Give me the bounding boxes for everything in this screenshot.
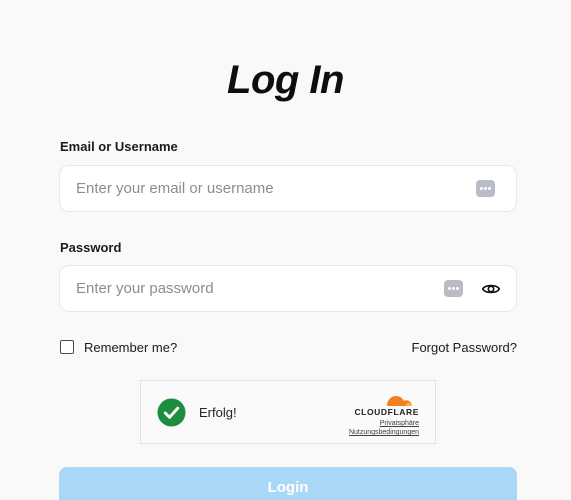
- remember-me-label[interactable]: Remember me?: [84, 340, 177, 355]
- page-title: Log In: [227, 58, 344, 102]
- captcha-status: Erfolg!: [199, 405, 237, 420]
- cloudflare-brand: CLOUDFLARE: [354, 407, 419, 417]
- password-input[interactable]: [76, 266, 436, 311]
- password-manager-icon[interactable]: [444, 280, 463, 297]
- remember-me-checkbox[interactable]: [60, 340, 74, 354]
- forgot-password-link[interactable]: Forgot Password?: [412, 340, 518, 355]
- terms-link[interactable]: Nutzungsbedingungen: [349, 429, 419, 436]
- login-button[interactable]: Login: [59, 467, 517, 500]
- email-input[interactable]: [76, 166, 436, 211]
- email-label: Email or Username: [60, 139, 178, 154]
- success-check-icon: [157, 398, 186, 427]
- login-page: Log In Email or Username Password Rememb…: [0, 0, 571, 500]
- email-field: [59, 165, 517, 212]
- privacy-link[interactable]: Privatsphäre: [380, 420, 419, 427]
- eye-icon[interactable]: [480, 279, 502, 299]
- password-manager-icon[interactable]: [476, 180, 495, 197]
- password-field: [59, 265, 517, 312]
- password-label: Password: [60, 240, 122, 255]
- captcha-widget[interactable]: Erfolg! CLOUDFLARE Privatsphäre Nutzungs…: [140, 380, 436, 444]
